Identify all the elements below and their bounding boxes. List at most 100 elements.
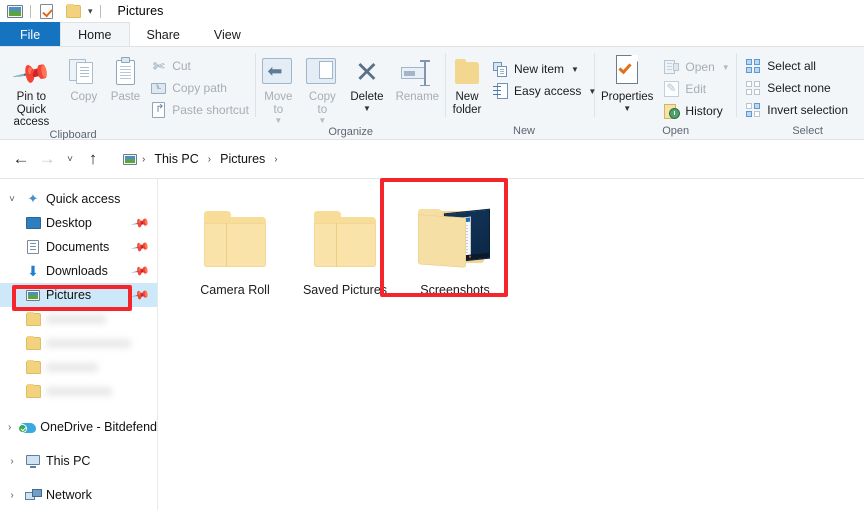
pin-icon[interactable]: 📌: [130, 261, 150, 281]
chevron-right-icon[interactable]: ›: [4, 422, 15, 433]
chevron-down-icon[interactable]: ▼: [571, 65, 579, 74]
sidebar-item-blurred-1[interactable]: [0, 307, 157, 331]
folder-item-screenshots[interactable]: Screenshots: [400, 201, 510, 297]
new-folder-button[interactable]: New folder: [446, 52, 488, 116]
sidebar-item-this-pc[interactable]: › This PC: [0, 449, 157, 473]
copy-to-button[interactable]: Copy to ▼: [300, 52, 344, 125]
folder-thumbnail-icon: [418, 201, 492, 277]
chevron-right-icon[interactable]: ›: [4, 456, 20, 467]
breadcrumb-separator[interactable]: ›: [272, 154, 279, 165]
pin-icon[interactable]: 📌: [130, 285, 150, 305]
copy-button[interactable]: Copy: [63, 52, 105, 104]
ribbon-group-clipboard: 📌 Pin to Quick access Copy Paste Clipboa…: [0, 47, 146, 139]
breadcrumb-pictures[interactable]: Pictures: [215, 152, 270, 166]
recent-locations-button[interactable]: ˅: [60, 146, 80, 172]
sidebar-item-documents[interactable]: Documents 📌: [0, 235, 157, 259]
select-none-icon: [745, 80, 762, 97]
new-item-button[interactable]: New item ▼: [488, 59, 602, 79]
sidebar-item-blurred-4[interactable]: [0, 379, 157, 403]
chevron-down-icon[interactable]: ˅: [4, 194, 20, 205]
pin-icon[interactable]: 📌: [130, 237, 150, 257]
breadcrumb-separator[interactable]: ›: [140, 154, 147, 165]
tab-share[interactable]: Share: [130, 22, 197, 47]
edit-button[interactable]: Edit: [659, 79, 735, 99]
sidebar-label-blurred-2: [46, 339, 131, 348]
copy-path-button[interactable]: \\.. Copy path: [146, 78, 255, 98]
back-button[interactable]: ←: [8, 146, 34, 172]
edit-icon: [663, 81, 680, 98]
star-icon: ✦: [24, 191, 42, 207]
new-folder-icon[interactable]: [65, 3, 82, 19]
chevron-down-icon[interactable]: ▼: [274, 117, 282, 125]
chevron-down-icon[interactable]: ▼: [623, 105, 631, 113]
sidebar-label-desktop: Desktop: [46, 216, 92, 230]
tab-view[interactable]: View: [197, 22, 258, 47]
sidebar-item-downloads[interactable]: ⬇ Downloads 📌: [0, 259, 157, 283]
scissors-icon: ✄: [150, 58, 167, 75]
chevron-right-icon[interactable]: ›: [4, 490, 20, 501]
ribbon-group-select: Select all Select none Invert selection …: [737, 47, 864, 139]
paste-label: Paste: [111, 91, 140, 104]
chevron-down-icon[interactable]: ▾: [88, 6, 93, 17]
picture-frame-icon: [121, 151, 138, 167]
select-all-label: Select all: [767, 59, 816, 73]
sidebar-label-downloads: Downloads: [46, 264, 108, 278]
history-button[interactable]: History: [659, 101, 735, 121]
new-folder-label: New folder: [453, 91, 482, 116]
sidebar-item-blurred-2[interactable]: [0, 331, 157, 355]
select-all-button[interactable]: Select all: [741, 56, 854, 76]
sidebar-label-this-pc: This PC: [46, 454, 90, 468]
folder-label-screenshots: Screenshots: [420, 283, 489, 297]
paste-shortcut-button[interactable]: Paste shortcut: [146, 100, 255, 120]
properties-icon: [613, 55, 641, 87]
address-input[interactable]: › This PC › Pictures ›: [114, 147, 856, 171]
breadcrumb-separator[interactable]: ›: [206, 154, 213, 165]
folder-item-camera-roll[interactable]: Camera Roll: [180, 201, 290, 297]
paste-button[interactable]: Paste: [105, 52, 146, 104]
title-bar: ▾ Pictures: [0, 0, 864, 22]
easy-access-button[interactable]: Easy access ▼: [488, 81, 602, 101]
chevron-down-icon[interactable]: ▼: [722, 63, 730, 72]
rename-button[interactable]: Rename: [390, 52, 445, 104]
folder-item-saved-pictures[interactable]: Saved Pictures: [290, 201, 400, 297]
new-item-icon: [492, 61, 509, 78]
pin-to-quick-access-button[interactable]: 📌 Pin to Quick access: [0, 52, 63, 129]
sidebar-item-network[interactable]: › Network: [0, 483, 157, 507]
sidebar-item-desktop[interactable]: Desktop 📌: [0, 211, 157, 235]
sidebar-label-network: Network: [46, 488, 92, 502]
select-none-button[interactable]: Select none: [741, 78, 854, 98]
sidebar-label-documents: Documents: [46, 240, 109, 254]
properties-checkmark-icon[interactable]: [38, 3, 55, 19]
file-list-view[interactable]: Camera Roll Saved Pictures: [158, 179, 864, 510]
folder-icon: [24, 361, 42, 374]
open-button[interactable]: Open ▼: [659, 57, 735, 77]
properties-button[interactable]: Properties ▼: [595, 52, 659, 113]
explorer-body: ˅ ✦ Quick access Desktop 📌 Documents 📌 ⬇…: [0, 178, 864, 510]
folder-icon: [314, 201, 376, 277]
invert-selection-button[interactable]: Invert selection: [741, 100, 854, 120]
chevron-down-icon[interactable]: ▼: [363, 105, 371, 113]
breadcrumb-this-pc[interactable]: This PC: [149, 152, 203, 166]
sidebar-label-onedrive: OneDrive - Bitdefend: [40, 420, 157, 434]
sidebar-item-blurred-3[interactable]: [0, 355, 157, 379]
rename-label: Rename: [396, 91, 439, 104]
picture-frame-icon: [6, 3, 23, 19]
invert-selection-label: Invert selection: [767, 103, 848, 117]
copy-label: Copy: [70, 91, 97, 104]
sidebar-item-onedrive[interactable]: › OneDrive - Bitdefend: [0, 415, 157, 439]
cut-button[interactable]: ✄ Cut: [146, 56, 255, 76]
up-button[interactable]: ↑: [80, 146, 106, 172]
sidebar-item-pictures[interactable]: Pictures 📌: [0, 283, 157, 307]
chevron-down-icon[interactable]: ▼: [318, 117, 326, 125]
easy-access-label: Easy access: [514, 84, 581, 98]
move-to-button[interactable]: ⬅ Move to ▼: [256, 52, 300, 125]
tab-file[interactable]: File: [0, 22, 60, 47]
sidebar-item-quick-access[interactable]: ˅ ✦ Quick access: [0, 187, 157, 211]
network-icon: [24, 489, 42, 502]
forward-button[interactable]: →: [34, 146, 60, 172]
folder-icon: [24, 385, 42, 398]
pin-icon[interactable]: 📌: [130, 213, 150, 233]
tab-home[interactable]: Home: [60, 22, 129, 47]
delete-button[interactable]: ✕ Delete ▼: [344, 52, 389, 113]
ribbon-group-clipboard-small: ✄ Cut \\.. Copy path Paste shortcut: [146, 47, 255, 139]
